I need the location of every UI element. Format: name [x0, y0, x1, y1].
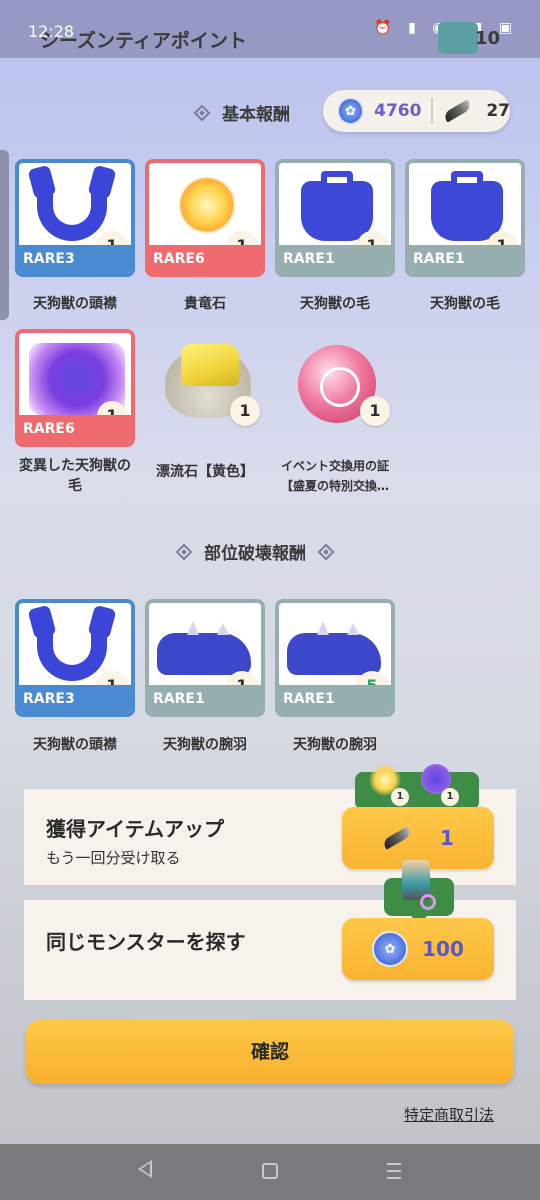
item-name: 貴竜石 [184, 296, 226, 312]
reward-card-dragonstone[interactable]: 1 RARE6 [145, 159, 265, 277]
reward-card-wing-2[interactable]: 5 RARE1 [275, 599, 395, 717]
header-avatar [438, 22, 478, 54]
same-monster-title: 同じモンスターを探す [46, 930, 246, 954]
recent-apps-icon[interactable] [387, 1163, 401, 1179]
item-up-cost: 1 [440, 826, 454, 850]
quantity-badge: 1 [360, 396, 390, 426]
arm-wing-icon [157, 621, 251, 675]
same-monster-button[interactable]: ✿ 100 [342, 918, 494, 980]
rarity-label: RARE6 [19, 415, 131, 443]
feather-icon [381, 826, 413, 850]
rarity-label: RARE1 [409, 245, 521, 273]
reward-card-horn[interactable]: 1 RARE3 [15, 159, 135, 277]
rarity-label: RARE6 [149, 245, 261, 273]
confirm-button[interactable]: 確認 [26, 1020, 514, 1084]
dragonstone-icon [179, 177, 235, 233]
item-name: 天狗獣の頭襟 [33, 296, 117, 312]
diamond-icon [317, 543, 335, 560]
paw-point-icon: ✿ [372, 931, 409, 967]
section-header-breakage: 部位破壊報酬 [175, 539, 335, 564]
item-up-preview-bubble: 1 1 [355, 764, 479, 818]
section-title-basic: 基本報酬 [222, 105, 290, 125]
system-nav-bar [0, 1144, 540, 1200]
diamond-icon [175, 543, 193, 560]
paw-point-icon: ✿ [337, 97, 365, 125]
fur-icon [431, 171, 503, 241]
swirl-icon [420, 894, 436, 910]
dragonstone-preview: 1 [363, 764, 409, 808]
arm-wing-icon [287, 621, 381, 675]
reward-card-horn-break[interactable]: 1 RARE3 [15, 599, 135, 717]
quantity-badge: 1 [391, 788, 409, 806]
page-title: シーズンティアポイント [40, 30, 247, 52]
horn-collar-icon [37, 621, 107, 681]
same-monster-preview-bubble [384, 860, 454, 924]
reward-card-wing[interactable]: 1 RARE1 [145, 599, 265, 717]
fur-icon [301, 171, 373, 241]
side-drawer-handle[interactable] [0, 150, 9, 320]
rarity-label: RARE1 [279, 245, 391, 273]
feather-icon [442, 99, 473, 123]
item-name: 天狗獣の毛 [430, 296, 500, 312]
divider [431, 98, 434, 124]
rarity-label: RARE3 [19, 245, 131, 273]
quantity-badge: 1 [441, 788, 459, 806]
section-header-basic: 基本報酬 [193, 100, 290, 125]
back-icon[interactable] [138, 1160, 152, 1178]
item-name: 天狗獣の腕羽 [163, 737, 247, 753]
same-monster-cost: 100 [422, 937, 464, 961]
home-icon[interactable] [262, 1163, 278, 1179]
legal-notice-link[interactable]: 特定商取引法 [404, 1104, 494, 1125]
item-name: イベント交換用の証 【盛夏の特別交換… [280, 459, 389, 493]
hunter-preview [392, 860, 438, 914]
header-count: 10 [474, 28, 500, 49]
horn-collar-icon [37, 181, 107, 241]
currency-pill: ✿ 4760 27 [323, 90, 510, 132]
rarity-label: RARE3 [19, 685, 131, 713]
reward-card-fur[interactable]: 1 RARE1 [275, 159, 395, 277]
rarity-label: RARE1 [279, 685, 391, 713]
item-name: 天狗獣の毛 [300, 296, 370, 312]
reward-card-fur-2[interactable]: 1 RARE1 [405, 159, 525, 277]
paw-points-value: 4760 [374, 101, 422, 121]
feathers-value: 27 [486, 101, 510, 121]
rarity-label: RARE1 [149, 685, 261, 713]
quantity-badge: 1 [230, 396, 260, 426]
item-name: 漂流石【黄色】 [156, 464, 254, 480]
mutated-fur-preview: 1 [413, 764, 459, 808]
section-title-breakage: 部位破壊報酬 [204, 544, 306, 564]
item-name: 天狗獣の頭襟 [33, 737, 117, 753]
item-name: 天狗獣の腕羽 [293, 737, 377, 753]
item-up-subtitle: もう一回分受け取る [46, 849, 181, 867]
reward-card-mutated-fur[interactable]: 1 RARE6 [15, 329, 135, 447]
diamond-icon [193, 104, 211, 121]
item-name: 変異した天狗獣の 毛 [19, 458, 131, 494]
item-up-title: 獲得アイテムアップ [46, 817, 224, 841]
